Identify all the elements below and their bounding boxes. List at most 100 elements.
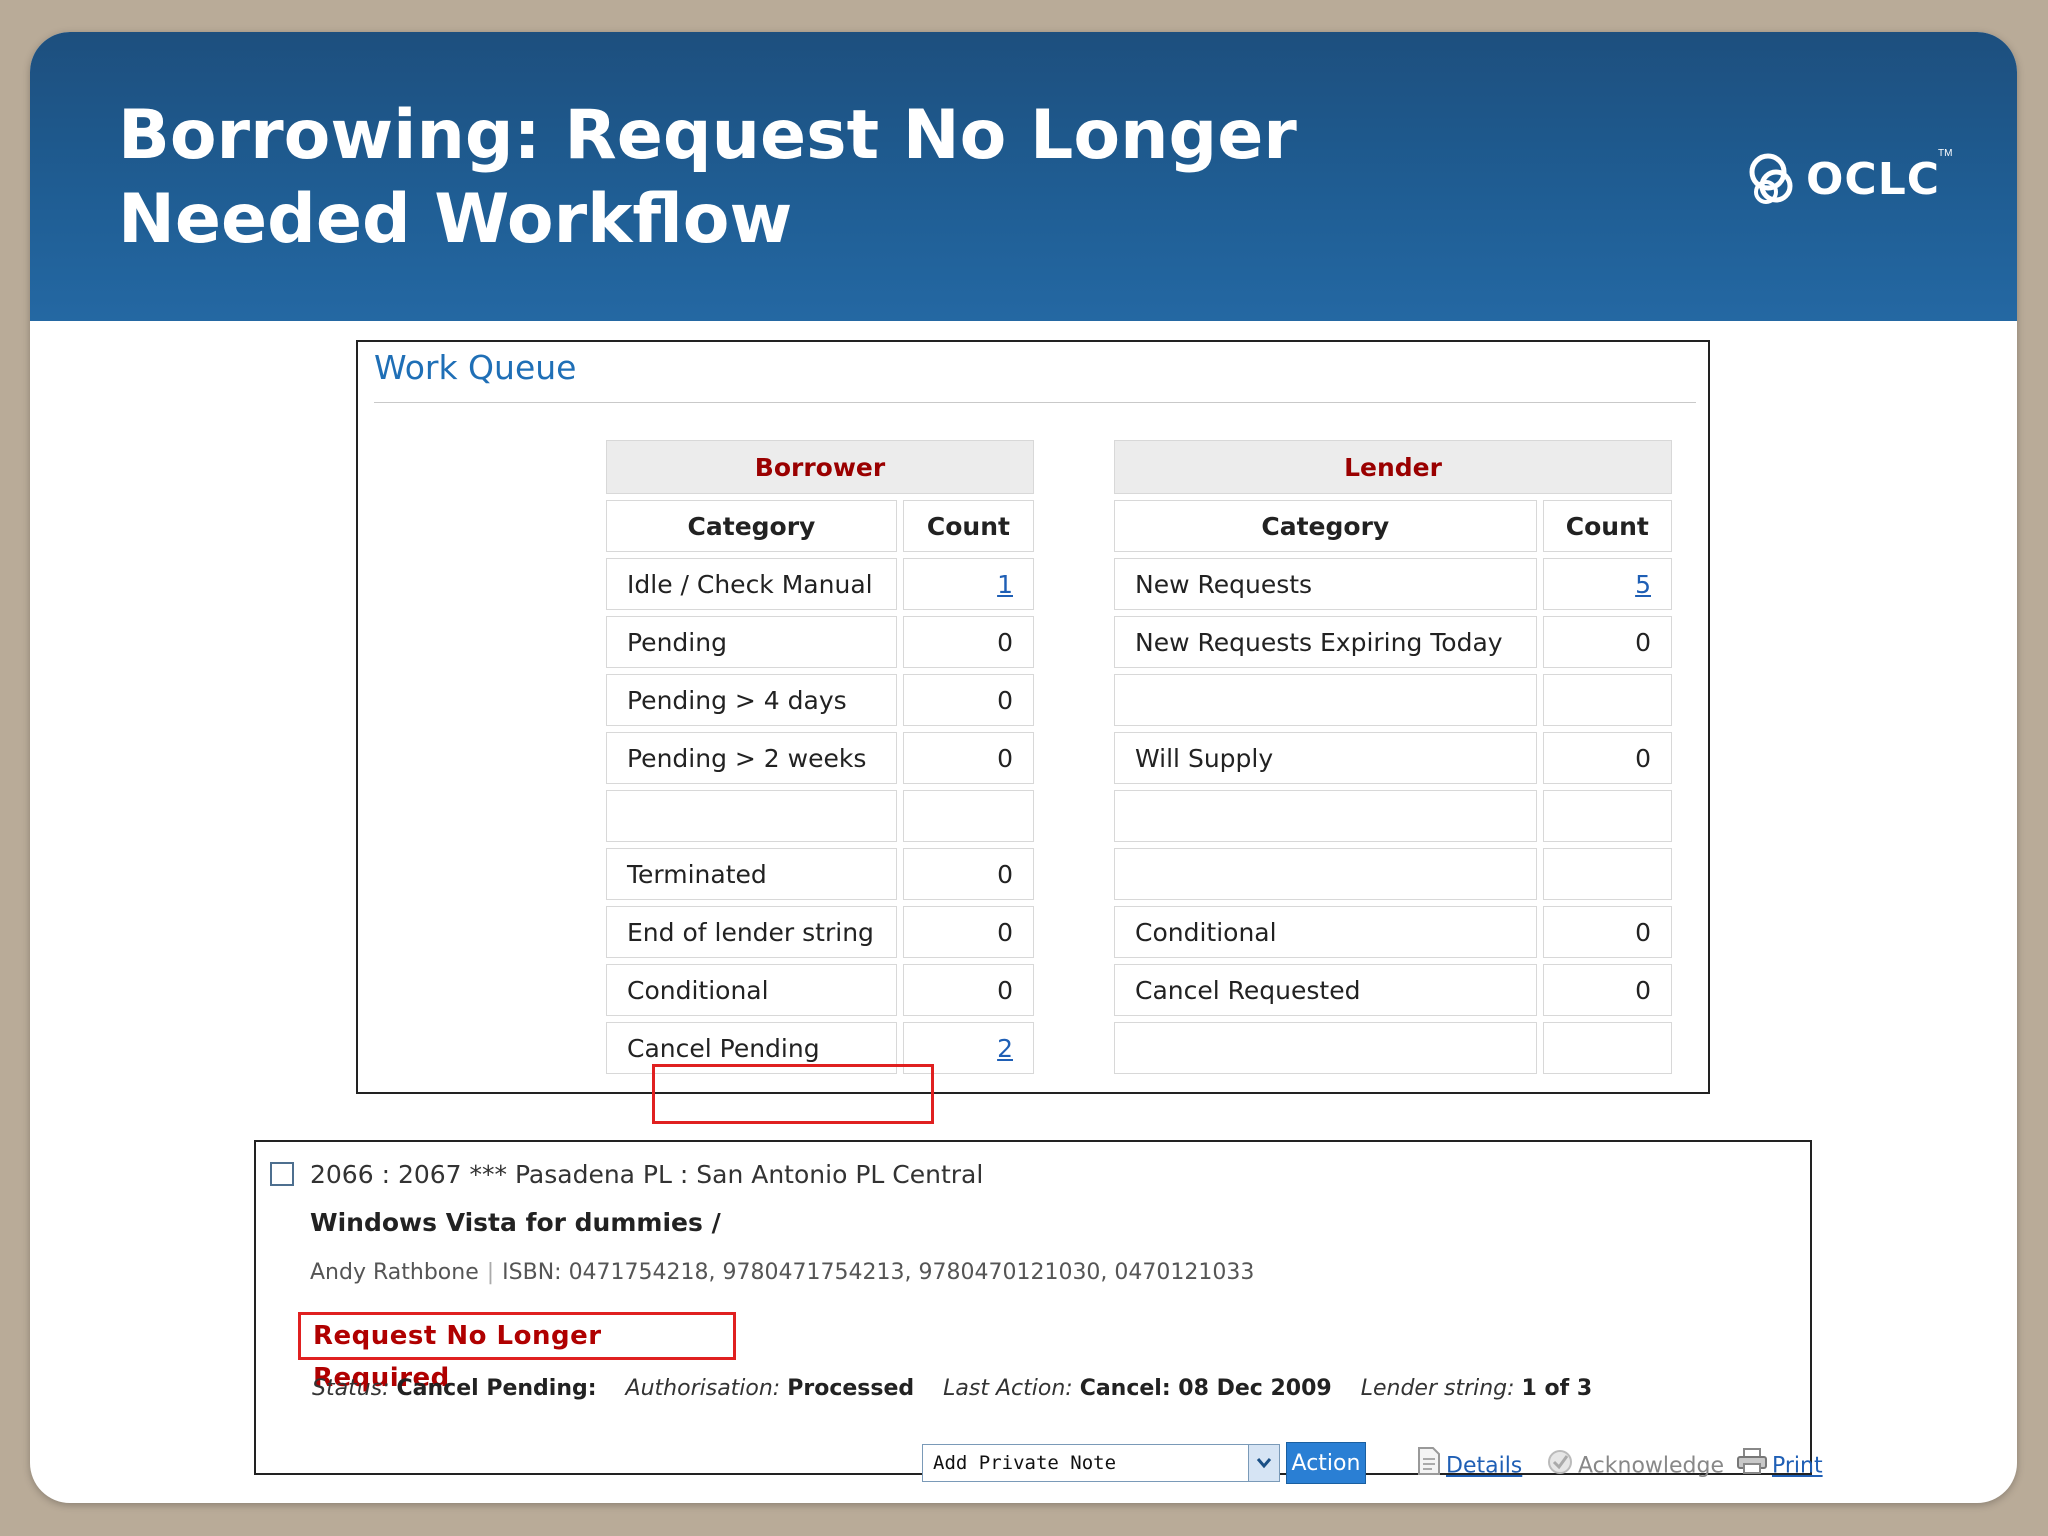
lender-heading: Lender (1114, 440, 1672, 494)
lender-count-cell (1542, 790, 1672, 842)
borrower-count-cell: 0 (902, 964, 1034, 1016)
borrower-category-cell: Conditional (606, 964, 897, 1016)
action-button[interactable]: Action (1286, 1442, 1366, 1484)
lender-count-cell: 0 (1542, 906, 1672, 958)
borrower-row: End of lender string 0 (606, 906, 1034, 958)
borrower-row: Pending 0 (606, 616, 1034, 668)
borrower-category-header: Category (606, 500, 897, 552)
lender-count-cell (1542, 848, 1672, 900)
borrower-category-cell (606, 790, 897, 842)
request-meta: Andy Rathbone | ISBN: 0471754218, 97804717… (310, 1260, 1254, 1285)
printer-icon (1736, 1446, 1768, 1487)
borrower-count-cell: 0 (902, 906, 1034, 958)
borrower-category-cell: Pending (606, 616, 897, 668)
request-record-panel: 2066 : 2067 *** Pasadena PL : San Antoni… (254, 1140, 1823, 1484)
lender-category-cell: Conditional (1114, 906, 1537, 958)
cancel-pending-highlight-box (652, 1064, 934, 1124)
lender-string-label: Lender string: (1360, 1376, 1515, 1401)
borrower-row: Pending > 4 days 0 (606, 674, 1034, 726)
lender-count-cell: 0 (1542, 732, 1672, 784)
authorisation-value: Processed (787, 1376, 915, 1401)
borrower-row (606, 790, 1034, 842)
lender-count-cell (1542, 1022, 1672, 1074)
work-queue-divider (374, 402, 1696, 403)
lender-count-header: Count (1542, 500, 1672, 552)
borrower-category-cell: Idle / Check Manual (606, 558, 897, 610)
lender-row (1114, 1022, 1672, 1074)
borrower-count-link[interactable]: 2 (997, 1034, 1013, 1063)
lender-row (1114, 674, 1672, 726)
work-queue-panel: Work Queue Borrower Category Count Idle … (356, 340, 1710, 1124)
lender-count-cell (1542, 674, 1672, 726)
lender-row: Cancel Requested 0 (1114, 964, 1672, 1016)
acknowledge-check-icon (1546, 1446, 1574, 1487)
details-tool[interactable]: Details (1416, 1446, 1522, 1487)
borrower-count-cell: 0 (902, 674, 1034, 726)
lender-category-cell (1114, 1022, 1537, 1074)
select-request-checkbox[interactable] (270, 1162, 294, 1186)
chevron-down-icon[interactable] (1248, 1445, 1279, 1481)
last-action-label: Last Action: (943, 1376, 1073, 1401)
oclc-logo-icon (1749, 153, 1793, 204)
borrower-category-cell: End of lender string (606, 906, 897, 958)
lender-category-cell: Will Supply (1114, 732, 1537, 784)
lender-category-cell (1114, 790, 1537, 842)
borrower-category-cell: Terminated (606, 848, 897, 900)
lender-row: New Requests Expiring Today 0 (1114, 616, 1672, 668)
status-label: Status: (312, 1376, 390, 1401)
borrower-count-header: Count (902, 500, 1034, 552)
borrower-row: Idle / Check Manual 1 (606, 558, 1034, 610)
lender-category-cell (1114, 674, 1537, 726)
slide: Borrowing: Request No Longer Needed Work… (30, 32, 2017, 1503)
authorisation-label: Authorisation: (625, 1376, 781, 1401)
lender-row (1114, 790, 1672, 842)
borrower-count-cell (902, 790, 1034, 842)
lender-count-cell: 0 (1542, 616, 1672, 668)
print-tool[interactable]: Print (1736, 1446, 1823, 1487)
lender-table: Lender Category Count New Requests 5 New R… (1108, 434, 1678, 1080)
lender-category-cell (1114, 848, 1537, 900)
borrower-row: Conditional 0 (606, 964, 1034, 1016)
title-banner: Borrowing: Request No Longer Needed Work… (30, 32, 2017, 321)
details-link[interactable]: Details (1446, 1454, 1522, 1479)
logo-trademark: TM (1938, 148, 1953, 159)
lender-category-header: Category (1114, 500, 1537, 552)
borrower-category-cell: Pending > 4 days (606, 674, 897, 726)
request-no-longer-required-notice: Request No Longer Required (298, 1312, 736, 1393)
action-select[interactable]: Add Private Note (922, 1444, 1280, 1482)
lender-category-cell: Cancel Requested (1114, 964, 1537, 1016)
lender-count-link[interactable]: 5 (1635, 570, 1651, 599)
work-queue-title: Work Queue (374, 348, 577, 387)
borrower-category-cell: Pending > 2 weeks (606, 732, 897, 784)
meta-separator: | (486, 1260, 495, 1285)
lender-count-cell: 5 (1542, 558, 1672, 610)
lender-row (1114, 848, 1672, 900)
lender-count-cell: 0 (1542, 964, 1672, 1016)
request-isbn: ISBN: 0471754218, 9780471754213, 9780470… (502, 1260, 1255, 1285)
borrower-heading: Borrower (606, 440, 1034, 494)
status-value: Cancel Pending: (396, 1376, 597, 1401)
request-id-line: 2066 : 2067 *** Pasadena PL : San Antoni… (310, 1160, 984, 1189)
acknowledge-tool[interactable]: Acknowledge (1546, 1446, 1724, 1487)
request-title: Windows Vista for dummies / (310, 1208, 721, 1237)
borrower-table: Borrower Category Count Idle / Check Man… (600, 434, 1040, 1080)
request-author: Andy Rathbone (310, 1260, 479, 1285)
borrower-count-link[interactable]: 1 (997, 570, 1013, 599)
oclc-logo: OCLC TM (1742, 148, 1962, 218)
borrower-count-cell: 1 (902, 558, 1034, 610)
lender-category-cell: New Requests Expiring Today (1114, 616, 1537, 668)
lender-string-value: 1 of 3 (1521, 1376, 1593, 1401)
borrower-count-cell: 0 (902, 848, 1034, 900)
print-link[interactable]: Print (1772, 1454, 1823, 1479)
borrower-row: Terminated 0 (606, 848, 1034, 900)
action-select-value: Add Private Note (933, 1452, 1117, 1474)
last-action-value: Cancel: 08 Dec 2009 (1079, 1376, 1332, 1401)
borrower-count-cell: 0 (902, 732, 1034, 784)
borrower-count-cell: 0 (902, 616, 1034, 668)
request-status-line: Status: Cancel Pending: Authorisation: P… (312, 1376, 1614, 1401)
logo-text: OCLC (1806, 154, 1941, 205)
borrower-row: Pending > 2 weeks 0 (606, 732, 1034, 784)
lender-row: Will Supply 0 (1114, 732, 1672, 784)
lender-category-cell: New Requests (1114, 558, 1537, 610)
acknowledge-label[interactable]: Acknowledge (1578, 1454, 1724, 1479)
